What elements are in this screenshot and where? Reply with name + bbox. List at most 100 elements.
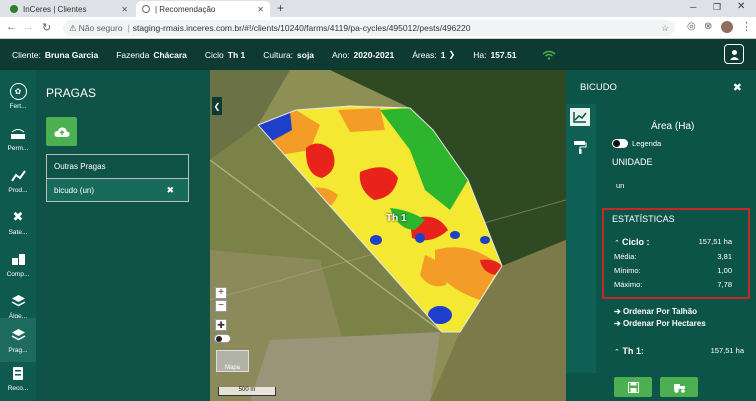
- rail-item-label: Sate...: [8, 228, 28, 236]
- fullscreen-button[interactable]: ✚: [215, 319, 227, 331]
- legend-toggle[interactable]: [612, 139, 628, 148]
- profile-avatar[interactable]: [721, 21, 733, 33]
- back-icon[interactable]: ←: [6, 21, 17, 33]
- pragas-title: PRAGAS: [46, 86, 97, 100]
- rail-item-produtividade[interactable]: Prod...: [0, 158, 36, 202]
- pests-list: Outras Pragas bicudo (un) ✖: [46, 154, 189, 202]
- chevron-left-icon: ❮: [213, 101, 221, 111]
- ciclo-value[interactable]: Th 1: [228, 50, 245, 60]
- save-button[interactable]: [614, 377, 652, 397]
- remove-icon[interactable]: ✖: [166, 185, 174, 196]
- sort-by-talhao-link[interactable]: ➔ Ordenar Por Talhão: [614, 307, 697, 316]
- paint-roller-icon: [574, 141, 587, 154]
- pragas-panel: PRAGAS Outras Pragas bicudo (un) ✖: [36, 70, 210, 401]
- areas-label: Áreas:: [412, 49, 437, 60]
- cloud-upload-icon: [53, 126, 70, 137]
- tab-paint[interactable]: [570, 138, 590, 156]
- details-panel: BICUDO ✖ Área (Ha) Legenda UNIDADE un ES…: [566, 70, 756, 401]
- rail-item-compactacao[interactable]: Comp...: [0, 242, 36, 286]
- user-button[interactable]: [724, 44, 744, 64]
- list-item-outras-pragas[interactable]: Outras Pragas: [47, 155, 188, 178]
- satellite-icon: ✖: [12, 209, 24, 224]
- close-icon[interactable]: ✖: [733, 81, 742, 94]
- tab-chart[interactable]: [570, 108, 590, 126]
- fazenda-value[interactable]: Chácara: [153, 50, 187, 60]
- th-summary-row[interactable]: ⌃ Th 1: 157,51 ha: [614, 346, 744, 356]
- unidade-value: un: [616, 181, 625, 190]
- chevron-up-icon[interactable]: ⌃: [614, 240, 620, 247]
- chevron-down-icon[interactable]: ❯: [449, 50, 456, 59]
- rail-item-satelite[interactable]: ✖ Sate...: [0, 200, 36, 244]
- address-bar[interactable]: ⚠ Não seguro | staging-rmais.inceres.com…: [63, 20, 675, 36]
- cliente-value[interactable]: Bruna Garcia: [45, 50, 98, 60]
- browser-menu-icon[interactable]: ⋮: [741, 20, 752, 33]
- stat-minimo: Mínimo: 1,00: [614, 266, 732, 275]
- cliente-label: Cliente:: [12, 49, 41, 60]
- browser-tab-clientes[interactable]: InCeres | Clientes ✕: [4, 1, 134, 17]
- list-item-bicudo[interactable]: bicudo (un) ✖: [47, 178, 188, 201]
- line-chart-icon: [573, 112, 587, 123]
- extension-icon[interactable]: ◎: [687, 21, 696, 32]
- rail-item-recomendacao[interactable]: Reco...: [0, 356, 36, 400]
- cultura-value[interactable]: soja: [297, 50, 314, 60]
- globe-icon: [142, 5, 150, 13]
- layer-toggle[interactable]: [214, 334, 231, 343]
- fazenda-label: Fazenda: [116, 49, 150, 60]
- minimize-window-icon[interactable]: ─: [690, 2, 696, 12]
- areas-value[interactable]: 1: [441, 50, 446, 60]
- rail-item-label: Comp...: [6, 270, 30, 278]
- unidade-label: UNIDADE: [612, 157, 653, 167]
- browser-tab-recomendacao[interactable]: | Recomendação ✕: [136, 1, 270, 17]
- rail-item-label: Reco...: [7, 384, 29, 392]
- map-view[interactable]: Th 1: [210, 70, 566, 401]
- sort-by-hectares-link[interactable]: ➔ Ordenar Por Hectares: [614, 319, 706, 328]
- maximize-window-icon[interactable]: ❐: [713, 2, 721, 13]
- ciclo-label: Ciclo: [204, 49, 224, 60]
- details-header: BICUDO ✖: [566, 70, 756, 104]
- new-tab-button[interactable]: +: [277, 1, 284, 15]
- security-label: Não seguro: [78, 23, 123, 33]
- module-rail: ✿ Fert... Perm... Prod... ✖ Sate... Comp…: [0, 70, 36, 401]
- details-title: BICUDO: [580, 81, 617, 93]
- upload-button[interactable]: [46, 117, 77, 146]
- rail-item-fertilidade[interactable]: ✿ Fert...: [0, 74, 36, 118]
- rail-item-label: Perm...: [7, 144, 29, 152]
- arrow-right-icon: ➔: [614, 319, 623, 328]
- tractor-icon: [673, 383, 685, 393]
- forward-icon[interactable]: →: [23, 21, 34, 33]
- zoom-in-button[interactable]: +: [215, 287, 227, 299]
- details-footer: [566, 373, 756, 401]
- rail-item-label: Prag...: [8, 346, 28, 354]
- basemap-label: Mapa: [224, 365, 240, 371]
- chevron-up-icon: ⌃: [614, 349, 620, 356]
- ano-value[interactable]: 2020-2021: [354, 50, 395, 60]
- productivity-icon: [10, 167, 27, 184]
- close-tab-icon[interactable]: ✕: [121, 5, 128, 14]
- rail-item-label: Prod...: [8, 186, 28, 194]
- stat-maximo: Máximo: 7,78: [614, 280, 732, 289]
- close-window-icon[interactable]: ✕: [737, 1, 745, 12]
- bookmark-star-icon[interactable]: ☆: [661, 23, 669, 34]
- zoom-out-button[interactable]: −: [215, 300, 227, 312]
- ha-label: Ha:: [473, 49, 487, 60]
- cultura-label: Cultura:: [263, 49, 294, 60]
- ha-value: 157.51: [490, 49, 517, 60]
- list-item-label: Outras Pragas: [54, 162, 106, 171]
- rail-item-label: Fert...: [9, 102, 27, 110]
- close-tab-icon[interactable]: ✕: [257, 5, 264, 14]
- tab-title: | Recomendação: [155, 4, 216, 14]
- reload-icon[interactable]: ↻: [42, 21, 51, 34]
- rail-item-permeabilidade[interactable]: Perm...: [0, 116, 36, 160]
- extension-icon[interactable]: ⊗: [704, 21, 712, 32]
- collapse-panel-button[interactable]: ❮: [212, 97, 222, 115]
- tab-favicon-icon: [10, 5, 18, 13]
- basemap-thumbnail[interactable]: Mapa: [216, 350, 249, 372]
- app-header: Cliente: Bruna Garcia Fazenda Chácara Ci…: [0, 39, 756, 70]
- tractor-button[interactable]: [660, 377, 698, 397]
- details-side-tabs: [566, 104, 596, 401]
- wifi-icon: [542, 50, 556, 60]
- browser-toolbar: ← → ↻ ⚠ Não seguro | staging-rmais.incer…: [0, 17, 756, 39]
- browser-tabstrip: InCeres | Clientes ✕ | Recomendação ✕ + …: [0, 0, 756, 17]
- scale-label: 500 m: [238, 387, 256, 393]
- warning-icon: ⚠: [69, 22, 77, 33]
